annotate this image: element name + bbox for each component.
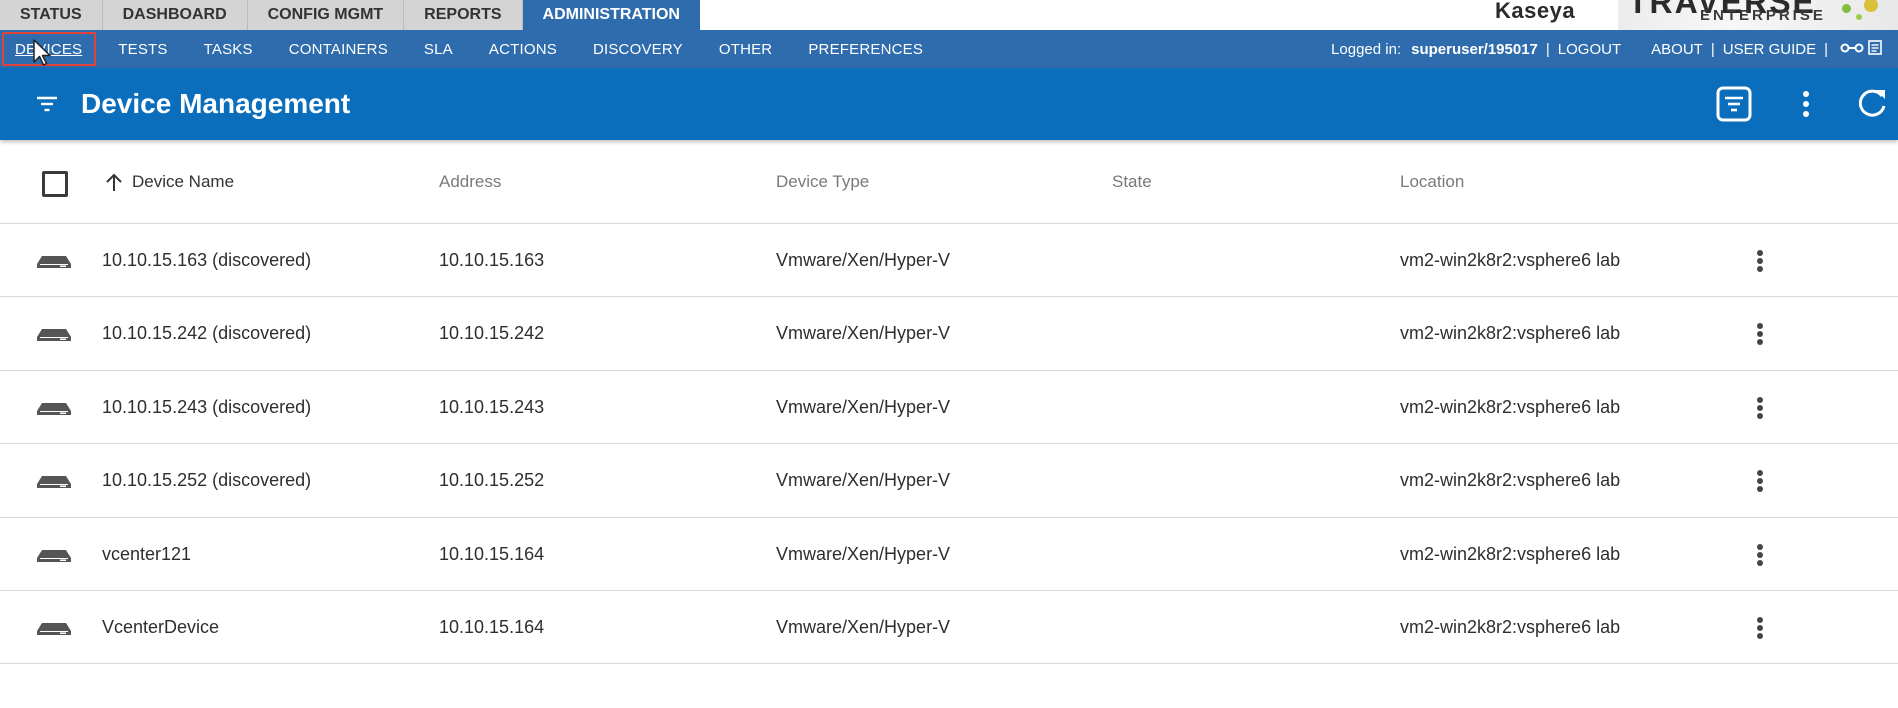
device-address: 10.10.15.243 (439, 396, 545, 417)
select-all-checkbox[interactable] (42, 171, 68, 197)
table-row[interactable]: 10.10.15.242 (discovered) 10.10.15.242 V… (0, 297, 1898, 371)
device-location: vm2-win2k8r2:vsphere6 lab (1400, 323, 1621, 344)
table-header: Device Name Address Device Type State Lo… (0, 140, 1898, 224)
column-header-location[interactable]: Location (1400, 172, 1464, 192)
device-location: vm2-win2k8r2:vsphere6 lab (1400, 470, 1621, 491)
page-title: Device Management (81, 88, 351, 119)
subnav-containers[interactable]: CONTAINERS (271, 41, 406, 58)
document-icon[interactable] (1868, 39, 1882, 59)
device-table: Device Name Address Device Type State Lo… (0, 140, 1898, 665)
column-header-device-name[interactable]: Device Name (132, 172, 234, 192)
subnav-discovery[interactable]: DISCOVERY (575, 41, 701, 58)
device-name[interactable]: 10.10.15.252 (discovered) (102, 444, 311, 517)
table-row[interactable]: vcenter121 10.10.15.164 Vmware/Xen/Hyper… (0, 518, 1898, 591)
more-vert-icon[interactable] (1746, 393, 1774, 423)
subnav-other[interactable]: OTHER (701, 41, 791, 58)
server-device-icon (37, 476, 71, 489)
table-row[interactable]: 10.10.15.243 (discovered) 10.10.15.243 V… (0, 371, 1898, 445)
device-location: vm2-win2k8r2:vsphere6 lab (1400, 616, 1621, 637)
device-address: 10.10.15.164 (439, 616, 545, 637)
logged-in-label: Logged in: (1331, 40, 1402, 58)
username: superuser/195017 (1411, 40, 1538, 58)
traverse-logo: TRAVERSE ENTERPRISE (1618, 0, 1898, 30)
device-type: Vmware/Xen/Hyper-V (776, 323, 951, 344)
server-device-icon (37, 256, 71, 268)
column-header-state[interactable]: State (1112, 172, 1152, 192)
more-vert-icon[interactable] (1786, 84, 1826, 124)
more-vert-icon[interactable] (1746, 613, 1774, 643)
sub-navigation: DEVICES TESTS TASKS CONTAINERS SLA ACTIO… (0, 30, 1898, 68)
separator: | (1545, 40, 1550, 58)
link-icon[interactable] (1840, 41, 1864, 58)
device-name[interactable]: VcenterDevice (102, 591, 219, 664)
user-info-bar: Logged in: superuser/195017 | LOGOUT ABO… (1331, 30, 1898, 68)
tab-status[interactable]: STATUS (0, 0, 103, 30)
tab-reports[interactable]: REPORTS (404, 0, 523, 30)
more-vert-icon[interactable] (1746, 466, 1774, 496)
column-header-device-type[interactable]: Device Type (776, 172, 869, 192)
tab-administration[interactable]: ADMINISTRATION (522, 0, 700, 30)
logo-dot-small (1856, 14, 1862, 20)
page-header: Device Management (0, 68, 1898, 140)
logo-edition: ENTERPRISE (1700, 7, 1826, 24)
device-type: Vmware/Xen/Hyper-V (776, 543, 951, 564)
device-name[interactable]: 10.10.15.242 (discovered) (102, 297, 311, 370)
table-row[interactable]: 10.10.15.163 (discovered) 10.10.15.163 V… (0, 224, 1898, 298)
server-device-icon (37, 402, 71, 415)
device-name[interactable]: vcenter121 (102, 518, 191, 591)
device-address: 10.10.15.164 (439, 543, 545, 564)
table-row[interactable]: VcenterDevice 10.10.15.164 Vmware/Xen/Hy… (0, 591, 1898, 665)
more-vert-icon[interactable] (1746, 540, 1774, 570)
device-name[interactable]: 10.10.15.163 (discovered) (102, 224, 311, 297)
server-device-icon (37, 329, 71, 342)
tab-dashboard[interactable]: DASHBOARD (102, 0, 248, 30)
column-header-address[interactable]: Address (439, 172, 501, 192)
main-tabs: STATUS DASHBOARD CONFIG MGMT REPORTS ADM… (0, 0, 700, 30)
separator: | (1710, 40, 1715, 58)
device-location: vm2-win2k8r2:vsphere6 lab (1400, 250, 1621, 270)
device-type: Vmware/Xen/Hyper-V (776, 250, 951, 270)
server-device-icon (37, 549, 71, 562)
refresh-icon[interactable] (1852, 84, 1892, 124)
device-name[interactable]: 10.10.15.243 (discovered) (102, 371, 311, 444)
subnav-tasks[interactable]: TASKS (186, 41, 271, 58)
subnav-actions[interactable]: ACTIONS (471, 41, 575, 58)
column-filter-icon[interactable] (1714, 84, 1754, 124)
top-tab-bar: STATUS DASHBOARD CONFIG MGMT REPORTS ADM… (0, 0, 1898, 30)
user-guide-link[interactable]: USER GUIDE (1723, 41, 1816, 58)
sub-nav-items: DEVICES TESTS TASKS CONTAINERS SLA ACTIO… (0, 30, 941, 68)
filter-list-icon[interactable] (34, 91, 60, 117)
table-row[interactable]: 10.10.15.252 (discovered) 10.10.15.252 V… (0, 444, 1898, 518)
device-type: Vmware/Xen/Hyper-V (776, 616, 951, 637)
device-type: Vmware/Xen/Hyper-V (776, 396, 951, 417)
subnav-sla[interactable]: SLA (406, 41, 471, 58)
subnav-preferences[interactable]: PREFERENCES (790, 41, 941, 58)
more-vert-icon[interactable] (1746, 246, 1774, 276)
device-address: 10.10.15.242 (439, 323, 545, 344)
logout-link[interactable]: LOGOUT (1558, 41, 1621, 58)
kaseya-brand: Kaseya (1495, 0, 1576, 23)
device-address: 10.10.15.252 (439, 470, 545, 491)
server-device-icon (37, 622, 71, 635)
separator: | (1824, 40, 1828, 58)
tab-config-mgmt[interactable]: CONFIG MGMT (247, 0, 405, 30)
logo-dot-yellow (1864, 0, 1878, 12)
arrow-up-icon[interactable] (104, 171, 124, 193)
logo-dot-green (1842, 4, 1851, 13)
mouse-cursor-icon (33, 39, 51, 66)
device-location: vm2-win2k8r2:vsphere6 lab (1400, 543, 1621, 564)
subnav-tests[interactable]: TESTS (100, 41, 185, 58)
device-address: 10.10.15.163 (439, 250, 545, 270)
more-vert-icon[interactable] (1746, 319, 1774, 349)
about-link[interactable]: ABOUT (1651, 41, 1703, 58)
device-location: vm2-win2k8r2:vsphere6 lab (1400, 396, 1621, 417)
device-type: Vmware/Xen/Hyper-V (776, 470, 951, 491)
